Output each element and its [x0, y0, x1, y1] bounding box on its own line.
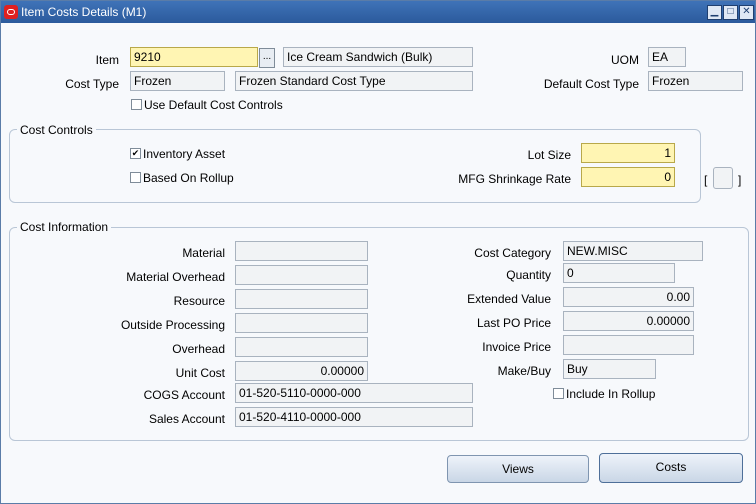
- descriptive-flexfield-bracket-right: ]: [738, 173, 742, 187]
- sales-account-field: 01-520-4110-0000-000: [235, 407, 473, 427]
- descriptive-flexfield[interactable]: [713, 167, 733, 189]
- inventory-asset-label: Inventory Asset: [143, 147, 226, 161]
- shrinkage-rate-field[interactable]: 0: [581, 167, 675, 187]
- item-description-field: Ice Cream Sandwich (Bulk): [283, 47, 473, 67]
- oracle-logo-icon: [4, 5, 18, 19]
- cost-category-label: Cost Category: [474, 246, 551, 260]
- invoice-price-label: Invoice Price: [482, 340, 551, 354]
- unit-cost-field: 0.00000: [235, 361, 368, 381]
- resource-field: [235, 289, 368, 309]
- title-bar: Item Costs Details (M1) ▁ □ ✕: [1, 1, 755, 23]
- use-default-cost-controls-checkbox[interactable]: [131, 99, 142, 110]
- material-overhead-label: Material Overhead: [126, 270, 225, 284]
- minimize-button[interactable]: ▁: [707, 5, 722, 20]
- outside-processing-field: [235, 313, 368, 333]
- quantity-label: Quantity: [506, 268, 551, 282]
- shrinkage-rate-label: MFG Shrinkage Rate: [458, 172, 571, 186]
- make-buy-field: Buy: [563, 359, 656, 379]
- use-default-cost-controls-label: Use Default Cost Controls: [144, 98, 283, 112]
- item-lov-button[interactable]: ...: [259, 48, 275, 68]
- uom-field: EA: [648, 47, 686, 67]
- cost-type-label: Cost Type: [65, 77, 119, 91]
- maximize-button[interactable]: □: [723, 5, 738, 20]
- make-buy-label: Make/Buy: [497, 364, 551, 378]
- overhead-field: [235, 337, 368, 357]
- cost-information-title: Cost Information: [17, 220, 112, 234]
- material-label: Material: [182, 246, 225, 260]
- cogs-account-label: COGS Account: [143, 388, 225, 402]
- last-po-price-field: 0.00000: [563, 311, 694, 331]
- default-cost-type-field: Frozen: [648, 71, 743, 91]
- cost-type-description-field: Frozen Standard Cost Type: [235, 71, 473, 91]
- lot-size-label: Lot Size: [527, 148, 571, 162]
- item-field[interactable]: 9210: [130, 47, 258, 67]
- resource-label: Resource: [173, 294, 225, 308]
- include-in-rollup-label: Include In Rollup: [566, 387, 656, 401]
- material-field: [235, 241, 368, 261]
- default-cost-type-label: Default Cost Type: [543, 77, 639, 91]
- item-label: Item: [95, 53, 119, 67]
- quantity-field: 0: [563, 263, 675, 283]
- cost-type-field: Frozen: [130, 71, 225, 91]
- window-title: Item Costs Details (M1): [21, 5, 147, 19]
- unit-cost-label: Unit Cost: [175, 366, 225, 380]
- extended-value-label: Extended Value: [467, 292, 551, 306]
- based-on-rollup-label: Based On Rollup: [143, 171, 234, 185]
- invoice-price-field: [563, 335, 694, 355]
- overhead-label: Overhead: [172, 342, 225, 356]
- inventory-asset-checkbox[interactable]: ✔: [130, 148, 141, 159]
- sales-account-label: Sales Account: [148, 412, 225, 426]
- uom-label: UOM: [611, 53, 639, 67]
- include-in-rollup-checkbox[interactable]: [553, 388, 564, 399]
- views-button[interactable]: Views: [447, 455, 589, 483]
- descriptive-flexfield-bracket-left: [: [704, 173, 708, 187]
- item-costs-window: Item Costs Details (M1) ▁ □ ✕ Item 9210 …: [0, 0, 756, 504]
- cogs-account-field: 01-520-5110-0000-000: [235, 383, 473, 403]
- cost-category-field: NEW.MISC: [563, 241, 703, 261]
- last-po-price-label: Last PO Price: [476, 316, 551, 330]
- material-overhead-field: [235, 265, 368, 285]
- costs-button[interactable]: Costs: [599, 453, 743, 483]
- cost-controls-group: [9, 129, 701, 203]
- lot-size-field[interactable]: 1: [581, 143, 675, 163]
- close-button[interactable]: ✕: [739, 5, 754, 20]
- based-on-rollup-checkbox[interactable]: [130, 172, 141, 183]
- cost-controls-title: Cost Controls: [17, 123, 96, 137]
- outside-processing-label: Outside Processing: [120, 318, 225, 332]
- extended-value-field: 0.00: [563, 287, 694, 307]
